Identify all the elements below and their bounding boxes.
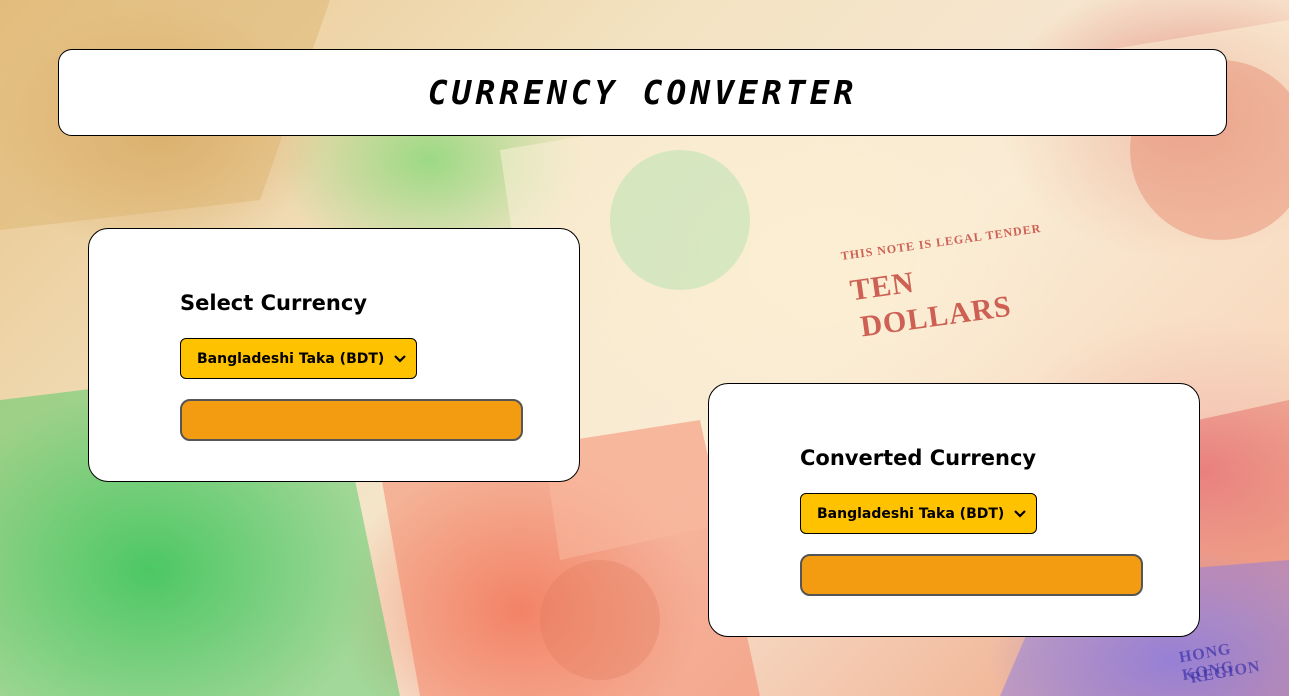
from-currency-selected-value: Bangladeshi Taka (BDT)	[197, 350, 385, 367]
select-currency-heading: Select Currency	[180, 291, 368, 315]
select-currency-card: Select Currency Bangladeshi Taka (BDT)	[88, 228, 580, 482]
from-amount-input[interactable]	[180, 399, 523, 441]
note-text-region: REGION	[1188, 657, 1262, 688]
app-header: CURRENCY CONVERTER	[58, 49, 1227, 136]
note-text-dollars: DOLLARS	[858, 289, 1014, 344]
converted-currency-heading: Converted Currency	[800, 446, 1037, 470]
note-text-hong-kong: HONG KONG	[1177, 640, 1236, 685]
converted-currency-card: Converted Currency Bangladeshi Taka (BDT…	[708, 383, 1200, 637]
to-currency-selected-value: Bangladeshi Taka (BDT)	[817, 505, 1005, 522]
chevron-down-icon	[394, 353, 406, 365]
to-currency-select[interactable]: Bangladeshi Taka (BDT)	[800, 493, 1037, 534]
page-title: CURRENCY CONVERTER	[427, 73, 858, 112]
chevron-down-icon	[1014, 508, 1026, 520]
note-text-legal-tender: THIS NOTE IS LEGAL TENDER	[839, 221, 1043, 264]
converted-amount-output[interactable]	[800, 554, 1143, 596]
from-currency-select[interactable]: Bangladeshi Taka (BDT)	[180, 338, 417, 379]
note-text-ten: TEN	[847, 265, 917, 308]
